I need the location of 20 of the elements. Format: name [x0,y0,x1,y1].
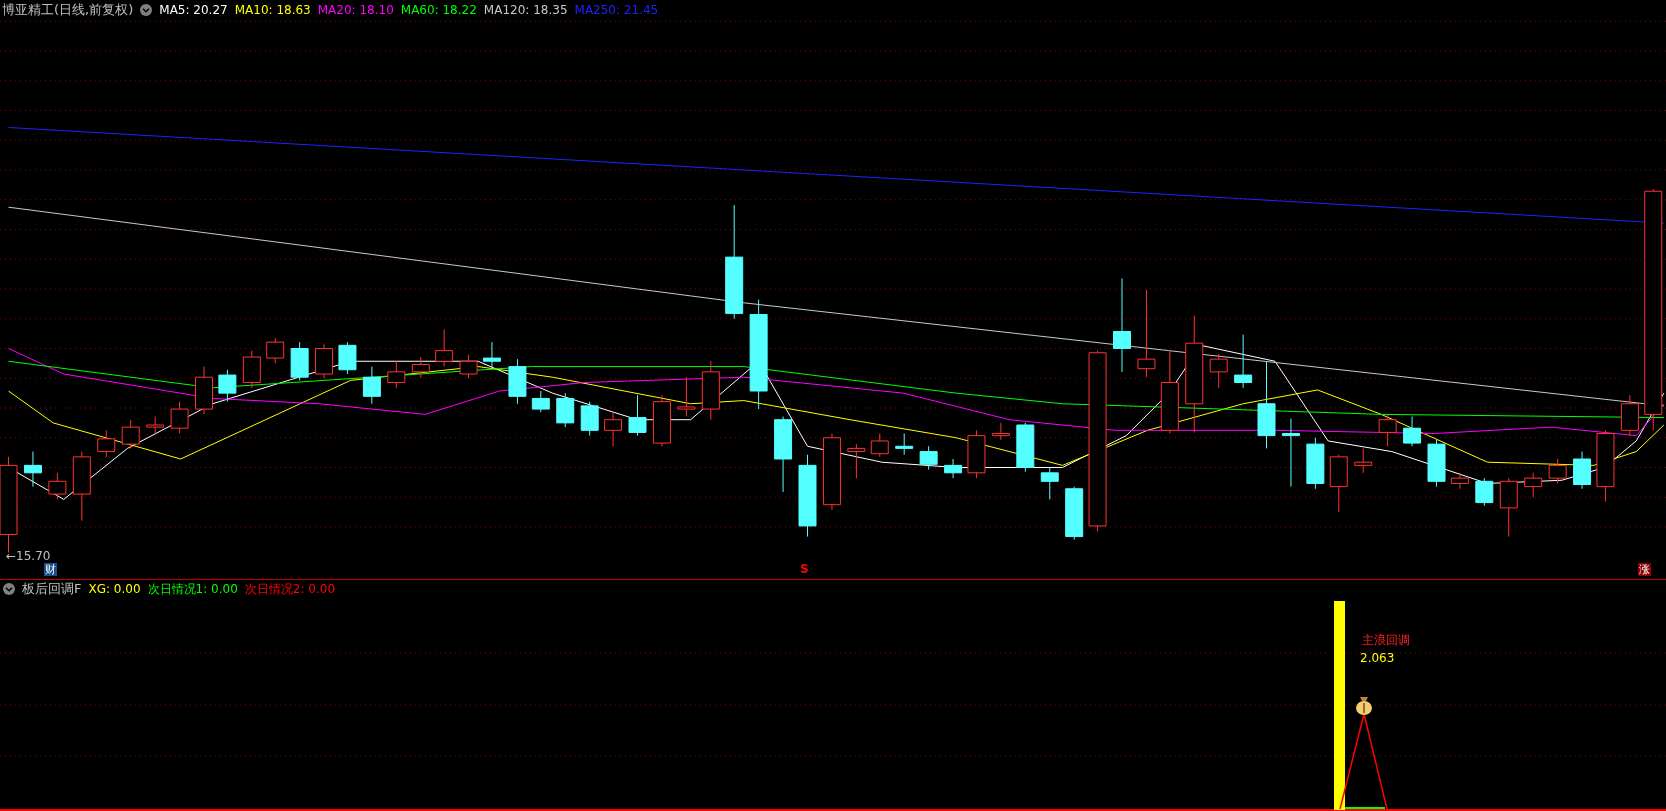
stock-title: 博亚精工(日线,前复权) [2,1,134,19]
indicator-name: 板后回调F [22,580,82,598]
dropdown-icon[interactable] [3,583,15,595]
marker-badge: 财 [44,563,57,576]
marker-badge: 涨 [1638,563,1651,576]
ma-value: MA60: 18.22 [400,3,477,17]
money-bag-icon [1356,697,1372,715]
signal-label: 主浪回调 [1362,632,1410,649]
signal-value: 2.063 [1360,651,1395,665]
ma-value: MA120: 18.35 [483,3,568,17]
ma-value: MA20: 18.10 [317,3,394,17]
indicator-value: 次日情况1: 0.00 [147,580,238,598]
low-price-label: ←15.70 [6,549,51,563]
dropdown-icon[interactable] [140,4,153,16]
ma-value: MA10: 18.63 [234,3,311,17]
indicator-value: 次日情况2: 0.00 [244,580,336,598]
signal-marker: S [800,562,809,576]
ma-value: MA250: 21.45 [574,3,659,17]
ma-value: MA5: 20.27 [159,3,228,17]
indicator-value: XG: 0.00 [88,582,141,596]
